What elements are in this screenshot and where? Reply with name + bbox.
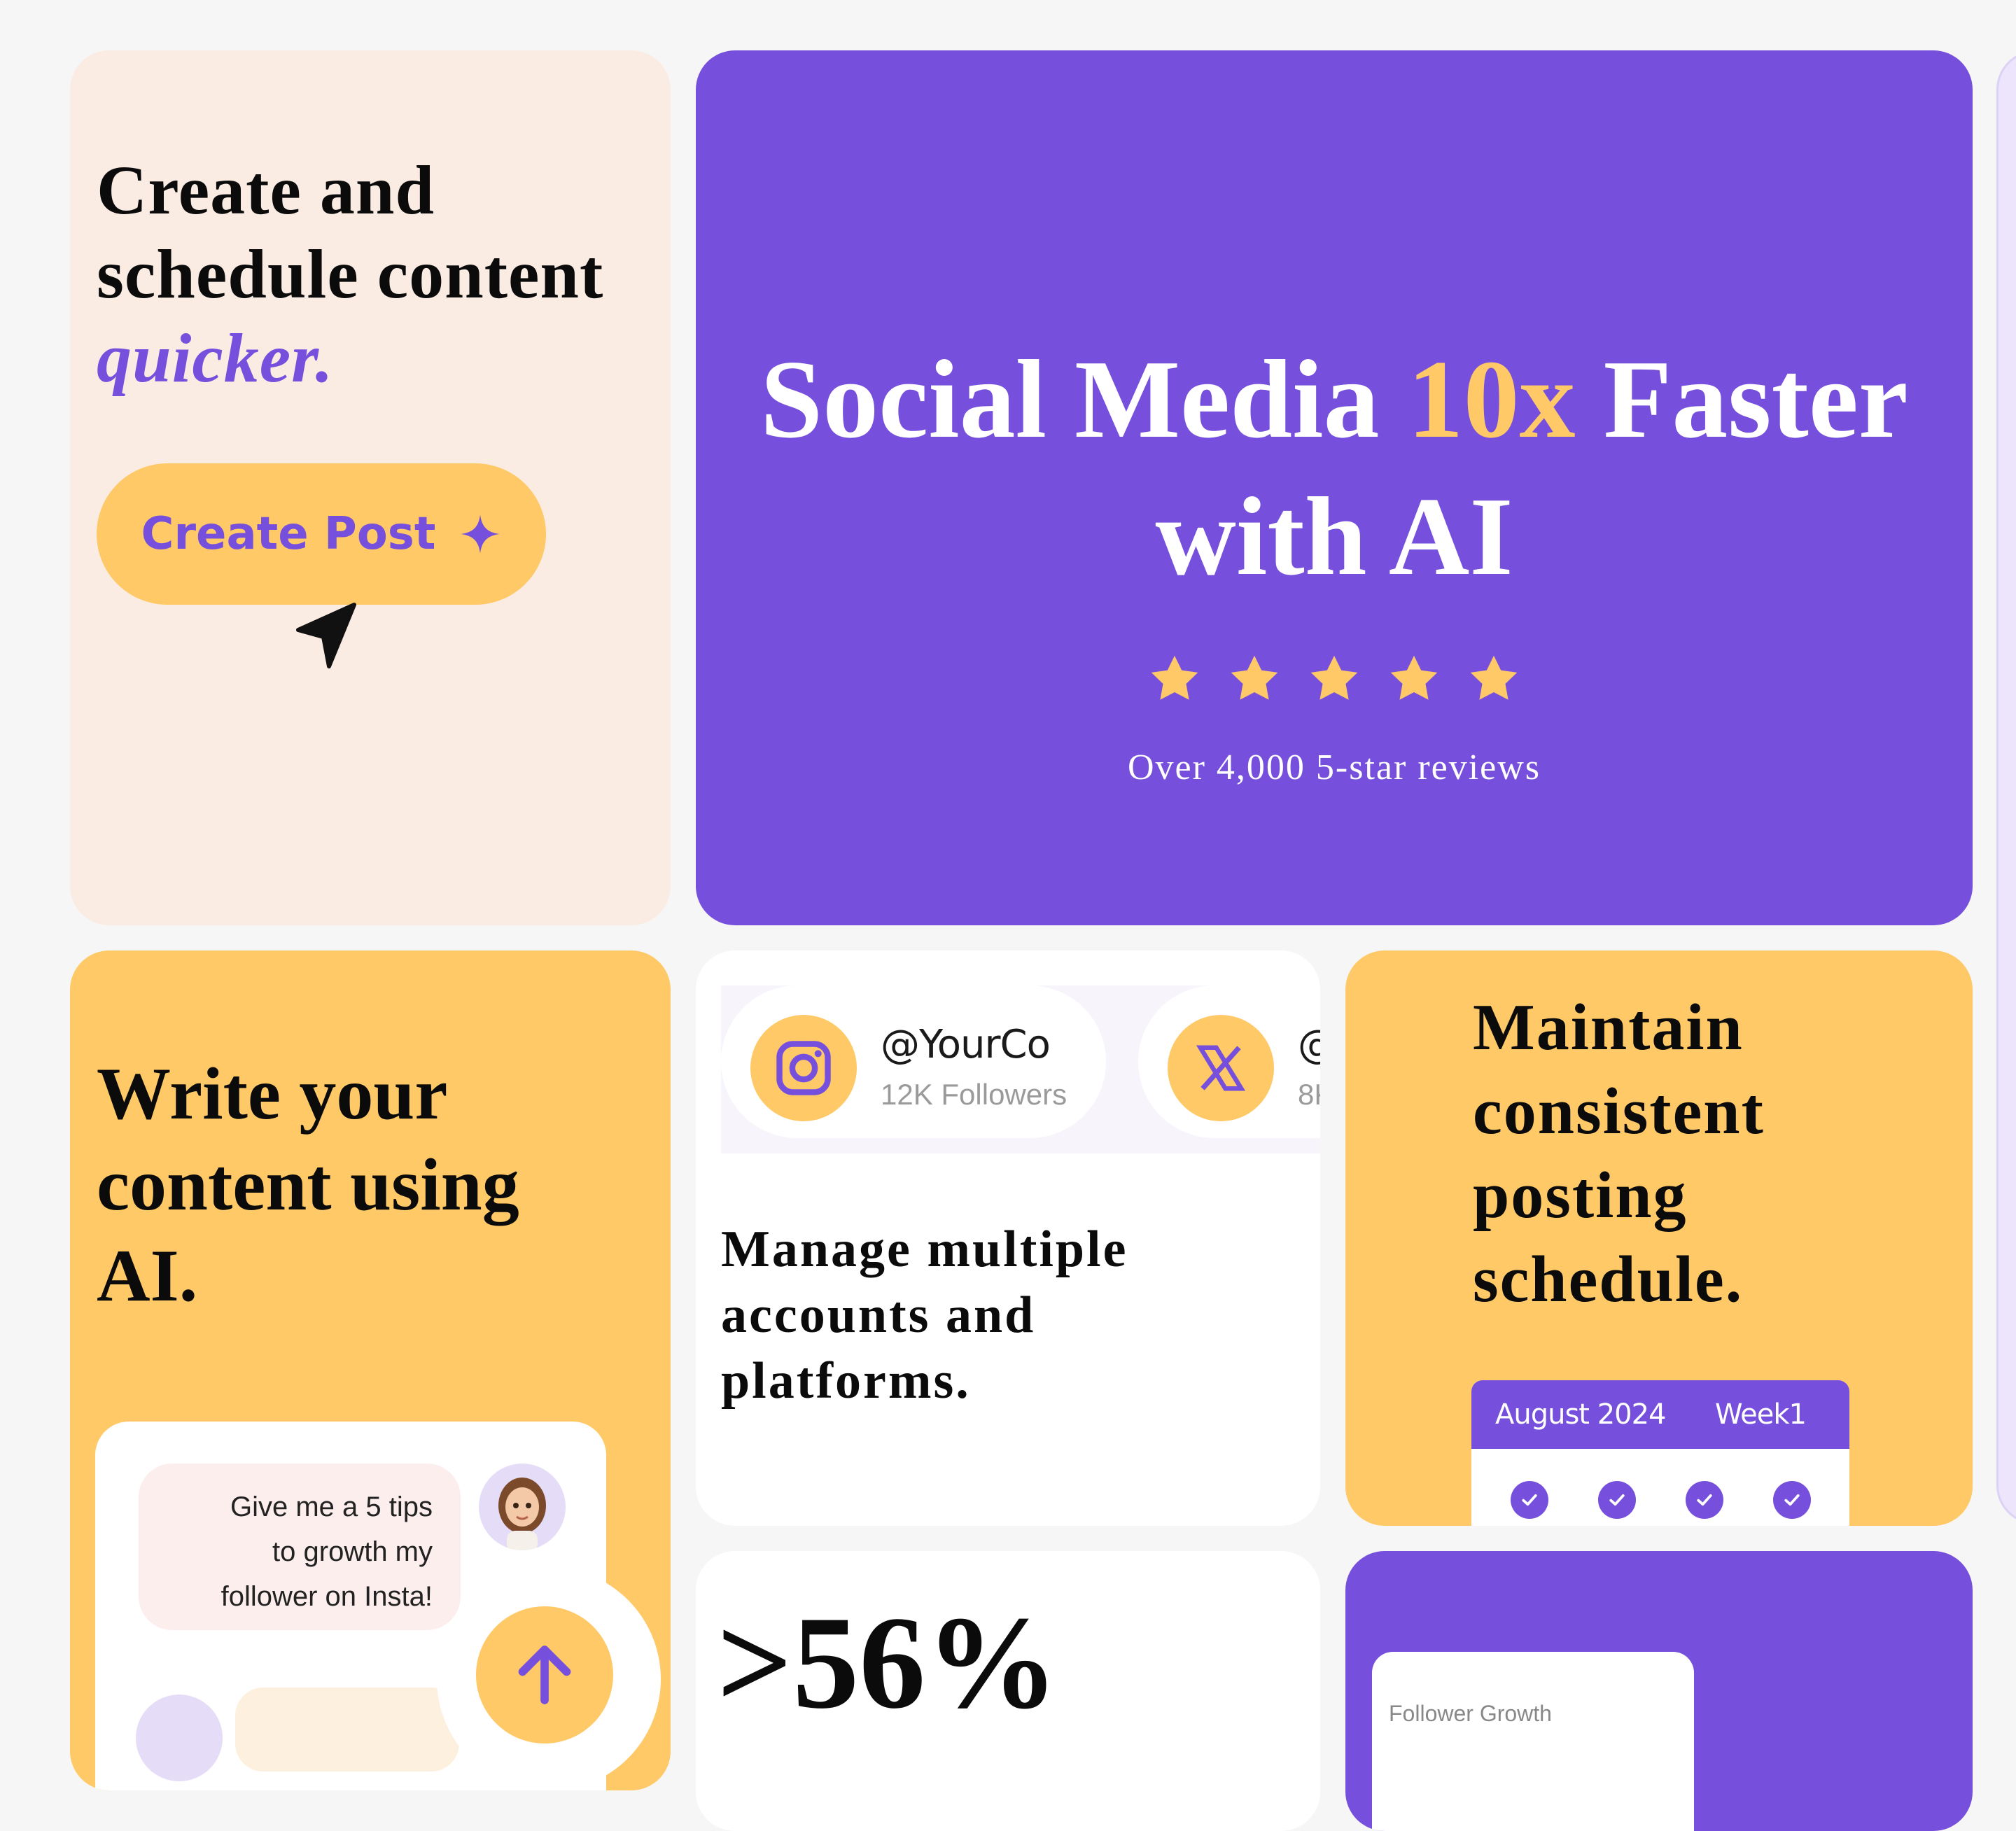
hero-title: Social Media 10x Faster with AI	[696, 330, 1973, 605]
accounts-strip: @YourCo 12K Followers @Y 8K F	[721, 985, 1320, 1153]
schedule-title-line-3: posting	[1473, 1159, 1688, 1232]
headline-line-2: schedule content	[97, 235, 604, 313]
account-pill[interactable]: @Y 8K F	[1138, 985, 1320, 1138]
arrow-up-icon	[518, 1646, 571, 1704]
create-post-label: Create Post	[141, 508, 436, 560]
schedule-title-line-2: consistent	[1473, 1075, 1765, 1148]
calendar-header: August 2024 Week1	[1471, 1380, 1849, 1449]
offscreen-card-edge	[1996, 50, 2016, 1524]
schedule-title-line-1: Maintain	[1473, 991, 1744, 1064]
user-message-line-1: Give me a 5 tips	[230, 1492, 433, 1522]
reviews-text: Over 4,000 5-star reviews	[1127, 748, 1541, 787]
calendar-month: August 2024	[1495, 1398, 1666, 1431]
hero-title-line-2: with AI	[1155, 474, 1513, 598]
star-icon	[1390, 655, 1438, 700]
stat-card: >56%	[696, 1551, 1320, 1831]
instagram-icon	[750, 1015, 857, 1121]
write-ai-card: Write your content using AI. Give me a 5…	[70, 950, 671, 1790]
calendar-week: Week1	[1714, 1398, 1807, 1431]
sparkle-icon	[461, 514, 500, 554]
create-schedule-card: Create and schedule content quicker. Cre…	[70, 50, 671, 925]
check-icon	[1772, 1481, 1811, 1519]
write-title-line-2: content using	[97, 1144, 519, 1226]
star-icon	[1470, 655, 1518, 700]
stat-value: >56%	[717, 1590, 1059, 1737]
star-icon	[1310, 655, 1358, 700]
hero-title-part-2: Faster	[1575, 337, 1908, 461]
x-icon	[1168, 1015, 1274, 1121]
account-handle: @Y	[1298, 1022, 1320, 1067]
account-handle: @YourCo	[881, 1022, 1051, 1067]
chat-preview: Give me a 5 tips to growth my follower o…	[95, 1422, 661, 1790]
rating-stars	[696, 652, 1973, 706]
star-icon	[1151, 655, 1198, 700]
account-followers: 8K F	[1298, 1078, 1320, 1111]
schedule-card: Maintain consistent posting schedule. Au…	[1345, 950, 1973, 1526]
user-message-bubble: Give me a 5 tips to growth my follower o…	[139, 1464, 461, 1630]
check-icon	[1597, 1481, 1636, 1519]
accounts-title-line-3: platforms.	[721, 1352, 971, 1410]
create-post-button[interactable]: Create Post	[97, 463, 546, 605]
accounts-title-line-1: Manage multiple	[721, 1221, 1128, 1278]
growth-card: Follower Growth	[1345, 1551, 1973, 1831]
follower-growth-label: Follower Growth	[1389, 1701, 1552, 1726]
headline-accent: quicker.	[97, 319, 334, 397]
check-icon	[1685, 1481, 1723, 1519]
account-pill[interactable]: @YourCo 12K Followers	[721, 985, 1106, 1138]
hero-card: Social Media 10x Faster with AI Over 4,0…	[696, 50, 1973, 925]
write-title-line-1: Write your	[97, 1053, 448, 1135]
user-message-line-2: to growth my	[272, 1536, 433, 1567]
schedule-title-line-4: schedule.	[1473, 1243, 1744, 1316]
user-avatar	[479, 1464, 566, 1550]
ai-avatar	[136, 1695, 223, 1781]
account-followers: 12K Followers	[881, 1078, 1068, 1111]
pointer-arrow-icon	[296, 603, 356, 668]
check-icon	[1510, 1481, 1548, 1519]
accounts-title-line-2: accounts and	[721, 1286, 1036, 1344]
ai-reply-bubble	[235, 1688, 459, 1772]
write-card-title: Write your content using AI.	[97, 1048, 519, 1321]
user-avatar-icon	[498, 1478, 546, 1550]
hero-title-part-1: Social Media	[760, 337, 1408, 461]
create-card-headline: Create and schedule content quicker.	[97, 148, 603, 400]
calendar-checks	[1471, 1449, 1849, 1519]
star-icon	[1231, 655, 1278, 700]
headline-line-1: Create and	[97, 151, 435, 229]
follower-growth-panel	[1372, 1652, 1694, 1831]
accounts-card-title: Manage multiple accounts and platforms.	[721, 1216, 1128, 1414]
write-title-line-3: AI.	[97, 1235, 198, 1317]
user-message-line-3: follower on Insta!	[220, 1581, 433, 1612]
hero-title-highlight: 10x	[1407, 337, 1576, 461]
calendar-widget: August 2024 Week1	[1471, 1380, 1849, 1526]
schedule-card-title: Maintain consistent posting schedule.	[1473, 985, 1765, 1321]
accounts-card: @YourCo 12K Followers @Y 8K F Manage mul…	[696, 950, 1320, 1526]
